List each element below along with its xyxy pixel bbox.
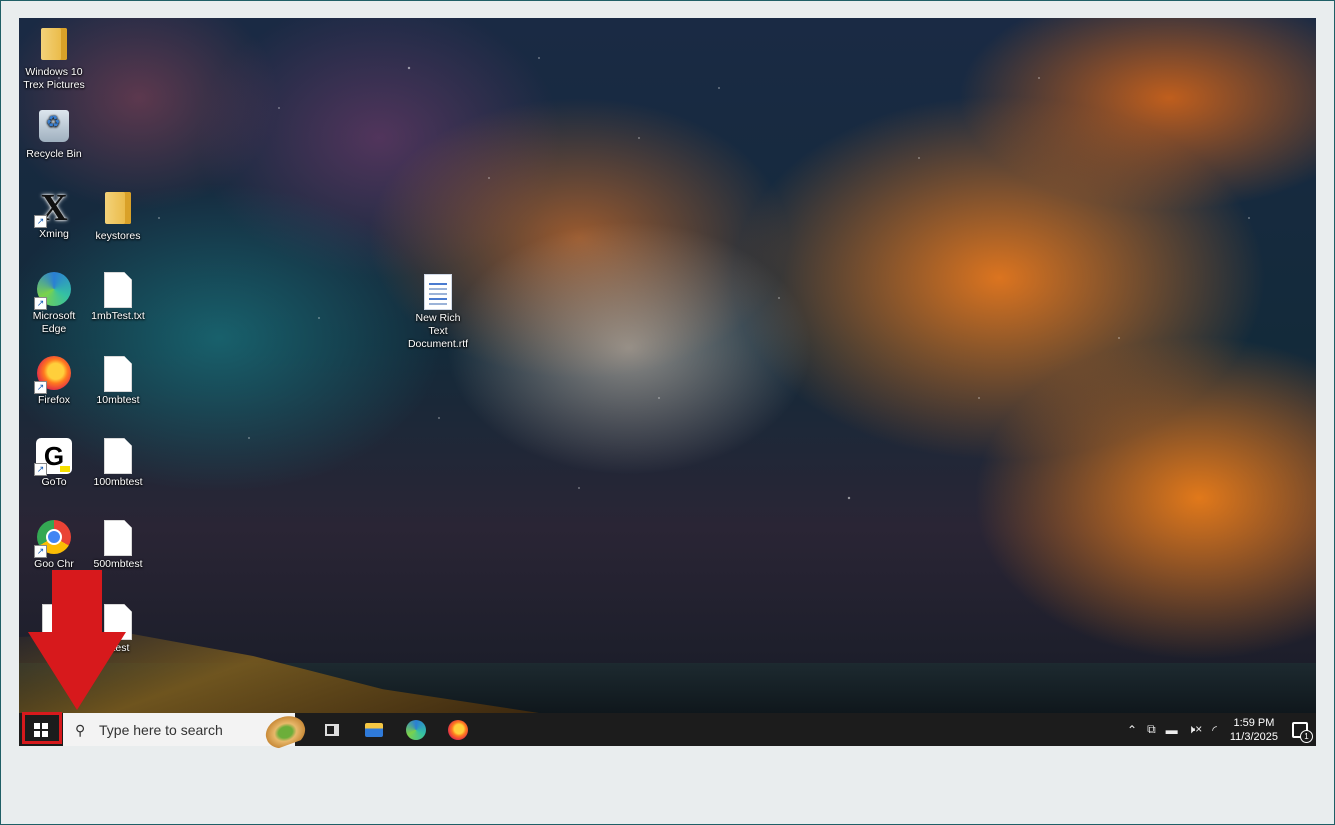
system-tray: ⌃ ⧉ ▬ 🕨× ◜ 1:59 PM 11/3/2025: [1122, 713, 1313, 746]
notification-center-icon[interactable]: [1292, 721, 1313, 743]
chevron-up-icon[interactable]: ⌃: [1127, 723, 1137, 737]
file-icon: [104, 356, 132, 392]
desktop-icon-label: GoTo: [41, 476, 67, 488]
text-file-icon: [104, 272, 132, 308]
folder-icon: [41, 28, 67, 60]
desktop-icon-label: Xming: [39, 228, 69, 240]
desktop-icon-xming[interactable]: X ↗ Xming: [22, 189, 86, 241]
desktop-icon-label: Windows 10 Trex Pictures: [23, 66, 85, 91]
desktop-icon-label: 10mbtest: [96, 394, 140, 406]
clock-time: 1:59 PM: [1233, 716, 1275, 729]
search-icon: ⚲: [75, 721, 86, 738]
wifi-icon[interactable]: ◜: [1212, 723, 1217, 737]
desktop-icon-500mbtest[interactable]: 500mbtest: [86, 520, 150, 571]
clock-date: 11/3/2025: [1229, 730, 1278, 743]
volume-muted-icon[interactable]: 🕨×: [1188, 722, 1203, 737]
desktop-icon-10mbtest[interactable]: 10mbtest: [86, 356, 150, 407]
shortcut-arrow-icon: ↗: [34, 215, 47, 228]
desktop-icon-label: 100mbtest: [93, 476, 143, 488]
edge-icon: [406, 719, 426, 740]
search-highlight-sandwich-icon[interactable]: [261, 711, 309, 751]
desktop-icon-label: Firefox: [37, 394, 71, 406]
file-explorer-button[interactable]: [353, 713, 395, 746]
task-view-button[interactable]: [311, 713, 353, 746]
start-button-highlight: [22, 712, 62, 744]
desktop-icon-1mbtest[interactable]: 1mbTest.txt: [86, 272, 150, 323]
desktop-icon-recycle-bin[interactable]: Recycle Bin: [22, 108, 86, 161]
desktop-icon-new-rich-text-document[interactable]: New Rich Text Document.rtf: [406, 274, 470, 351]
desktop-icon-label: New Rich Text Document.rtf: [407, 312, 469, 350]
wallpaper-stars: [19, 18, 1316, 746]
taskbar: ⚲ Type here to search ⌃ ⧉ ▬ 🕨× ◜ 1:59 PM…: [19, 711, 1316, 751]
desktop-icon-google-chrome[interactable]: ↗ Goo Chr: [22, 520, 86, 571]
annotation-arrow-icon: [28, 570, 126, 710]
desktop[interactable]: Windows 10 Trex Pictures Recycle Bin X↗ …: [19, 18, 1316, 746]
shortcut-arrow-icon: ↗: [34, 463, 47, 476]
desktop-icon-keystores[interactable]: keystores: [86, 190, 150, 243]
rtf-file-icon: [424, 274, 452, 310]
desktop-icon-label: Recycle Bin: [26, 148, 82, 160]
desktop-icon-windows-10-trex-pictures[interactable]: Windows 10 Trex Pictures: [22, 26, 86, 92]
shortcut-arrow-icon: ↗: [34, 297, 47, 310]
folder-icon: [105, 192, 131, 224]
shortcut-arrow-icon: ↗: [34, 381, 47, 394]
file-icon: [104, 438, 132, 474]
desktop-icon-microsoft-edge[interactable]: ↗ Microsoft Edge: [22, 272, 86, 336]
firefox-icon: [448, 719, 468, 740]
search-placeholder: Type here to search: [99, 721, 223, 738]
recycle-bin-icon: [39, 110, 69, 142]
desktop-icon-100mbtest[interactable]: 100mbtest: [86, 438, 150, 489]
firefox-taskbar-button[interactable]: [437, 713, 479, 746]
file-icon: [104, 520, 132, 556]
desktop-icon-label: Microsoft Edge: [32, 310, 76, 335]
meet-now-icon[interactable]: ⧉: [1147, 722, 1156, 737]
file-explorer-icon: [365, 722, 383, 737]
task-view-icon: [325, 723, 339, 736]
battery-icon[interactable]: ▬: [1166, 723, 1178, 737]
desktop-icon-goto[interactable]: G ↗ GoTo: [22, 438, 86, 489]
shortcut-arrow-icon: ↗: [34, 545, 47, 558]
search-box[interactable]: ⚲ Type here to search: [63, 711, 309, 751]
edge-taskbar-button[interactable]: [395, 713, 437, 746]
desktop-icon-label: keystores: [95, 230, 141, 242]
clock[interactable]: 1:59 PM 11/3/2025: [1230, 716, 1278, 744]
desktop-icon-firefox[interactable]: ↗ Firefox: [22, 356, 86, 407]
desktop-icon-label: 1mbTest.txt: [91, 310, 145, 322]
